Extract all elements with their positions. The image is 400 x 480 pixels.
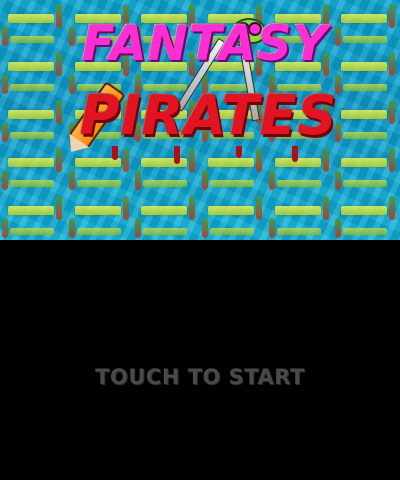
logo-line-1: FANTASY: [82, 16, 329, 72]
tile: [67, 192, 134, 240]
game-screen: FANTASY PIRATES TOUCH TO START: [0, 0, 400, 480]
touch-to-start-prompt[interactable]: TOUCH TO START: [0, 365, 400, 389]
tile: [333, 144, 400, 192]
tile: [267, 192, 334, 240]
tile: [0, 0, 67, 48]
paint-drip: [236, 146, 242, 158]
paint-drip: [112, 146, 118, 160]
tile: [0, 48, 67, 96]
logo-line-2: PIRATES: [80, 84, 338, 147]
tile: [333, 48, 400, 96]
top-screen: FANTASY PIRATES: [0, 0, 400, 240]
game-logo: FANTASY PIRATES: [68, 14, 338, 164]
tile: [333, 96, 400, 144]
tile: [200, 192, 267, 240]
tile: [0, 144, 67, 192]
tile: [133, 192, 200, 240]
paint-drip: [292, 146, 298, 162]
tile: [0, 192, 67, 240]
tile: [333, 192, 400, 240]
touch-screen[interactable]: TOUCH TO START: [0, 240, 400, 480]
tile: [0, 96, 67, 144]
tile: [333, 0, 400, 48]
paint-drip: [174, 146, 180, 164]
